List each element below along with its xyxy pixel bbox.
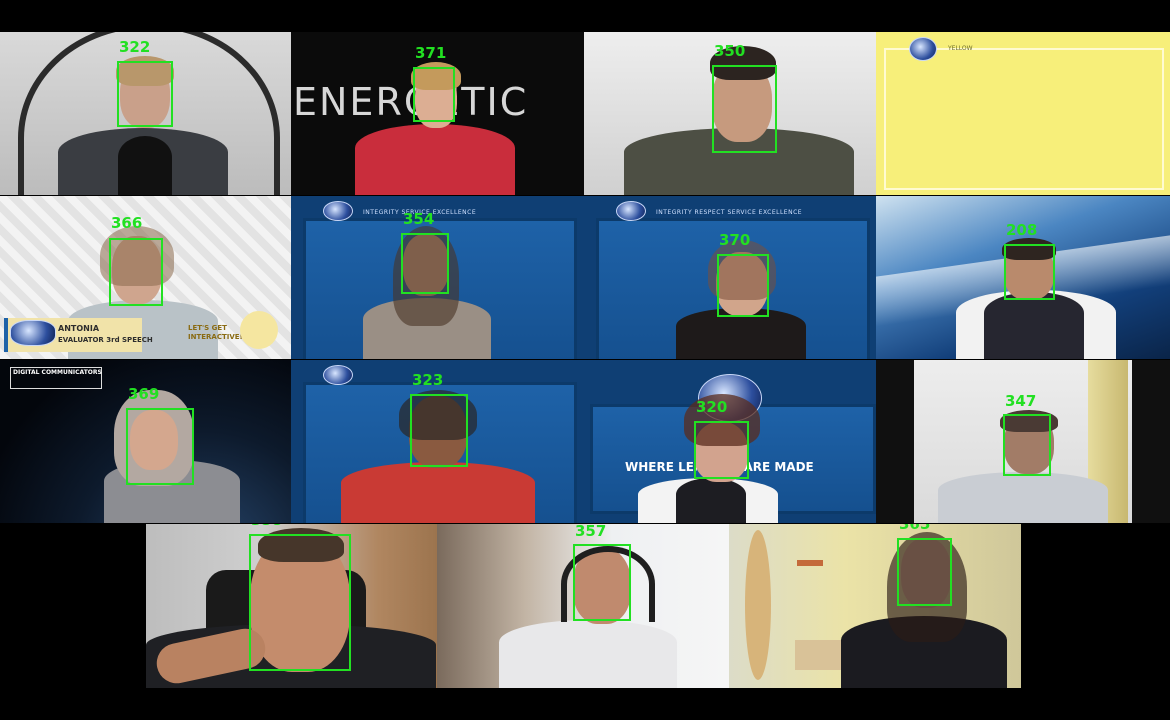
face-id-label: 354 [403, 210, 435, 228]
participant-tile[interactable]: 365 [729, 524, 1021, 688]
participant-tile[interactable]: 358 [146, 524, 437, 688]
participant-tile[interactable]: INTEGRITY SERVICE EXCELLENCE 354 [291, 196, 584, 359]
participant-tile[interactable]: YELLOW [876, 32, 1170, 195]
face-id-label: 323 [412, 371, 444, 389]
participant-tile[interactable]: 350 [584, 32, 876, 195]
core-values-text: INTEGRITY RESPECT SERVICE EXCELLENCE [656, 209, 803, 216]
face-id-label: 208 [1006, 221, 1038, 239]
participant-tile[interactable]: 322 [0, 32, 291, 195]
face-detection-box [126, 408, 194, 485]
participant-tile[interactable]: 323 [291, 360, 584, 523]
club-name: DIGITAL COMMUNICATORS [13, 369, 102, 376]
face-detection-box [249, 534, 351, 671]
face-detection-box [410, 394, 468, 467]
face-id-label: 369 [128, 385, 160, 403]
face-detection-box [717, 254, 769, 317]
participant-tile[interactable]: DIGITAL COMMUNICATORS 369 [0, 360, 291, 523]
face-id-label: 320 [696, 398, 728, 416]
participant-tile[interactable]: 347 [876, 360, 1170, 523]
face-detection-box [109, 238, 163, 306]
face-id-label: 322 [119, 38, 151, 56]
participant-tile[interactable]: 357 [437, 524, 729, 688]
toastmasters-logo [10, 320, 56, 346]
toastmasters-logo [909, 37, 937, 61]
face-detection-box [712, 65, 777, 153]
face-detection-box [117, 61, 173, 127]
toastmasters-logo [616, 201, 646, 221]
face-detection-box [573, 544, 631, 621]
participant-tile[interactable]: INTEGRITY RESPECT SERVICE EXCELLENCE 370 [584, 196, 876, 359]
participant-tile[interactable]: WHERE LEADERS ARE MADE 320 [584, 360, 876, 523]
face-id-label: 347 [1005, 392, 1037, 410]
face-detection-box [401, 233, 449, 294]
participant-tile[interactable]: 366 ANTONIA EVALUATOR 3rd SPEECH LET'S G… [0, 196, 291, 359]
face-id-label: 357 [575, 524, 607, 540]
face-id-label: 365 [899, 524, 931, 533]
toastmasters-logo [323, 201, 353, 221]
banner-role: EVALUATOR 3rd SPEECH [58, 336, 153, 344]
participant-tile[interactable]: 208 [876, 196, 1170, 359]
participant-tile[interactable]: ENERGETIC 371 [291, 32, 584, 195]
face-detection-box [413, 67, 455, 122]
banner-cta: LET'S GET INTERACTIVE! [188, 324, 243, 341]
backdrop-text: ENERGETIC [293, 80, 529, 124]
backdrop-text: YELLOW [948, 45, 973, 52]
face-detection-box [1004, 244, 1055, 300]
face-id-label: 370 [719, 231, 751, 249]
face-id-label: 350 [714, 42, 746, 60]
face-detection-box [694, 421, 749, 479]
face-id-label: 371 [415, 44, 447, 62]
face-id-label: 358 [251, 524, 282, 528]
face-id-label: 366 [111, 214, 143, 232]
video-grid: 322 ENERGETIC 371 350 YELLOW 366 ANTONIA [0, 0, 1170, 720]
face-detection-box [897, 538, 952, 606]
banner-name: ANTONIA [58, 324, 100, 333]
face-detection-box [1003, 414, 1051, 476]
toastmasters-logo [323, 365, 353, 385]
